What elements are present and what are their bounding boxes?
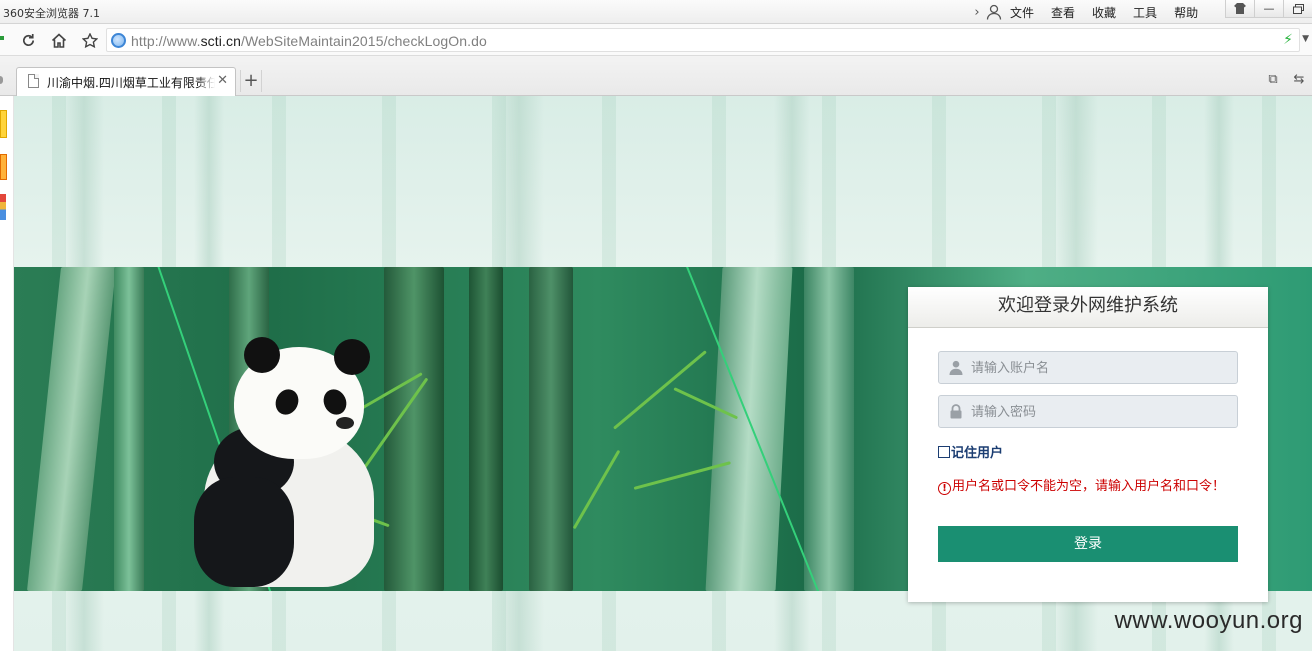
url-path: /WebSiteMaintain2015/checkLogOn.do xyxy=(240,33,487,49)
lightning-icon[interactable]: ⚡ xyxy=(1283,32,1293,48)
error-message: ! 用户名或口令不能为空，请输入用户名和口令！ xyxy=(938,478,1228,496)
watermark: www.wooyun.org xyxy=(1114,607,1303,634)
login-title: 欢迎登录外网维护系统 xyxy=(908,287,1268,328)
title-bar: 360安全浏览器 7.1 › 文件 查看 收藏 工具 帮助 — xyxy=(0,0,1312,24)
refresh-icon xyxy=(22,33,34,46)
menu-favorites[interactable]: 收藏 xyxy=(1092,4,1116,21)
bamboo-stalk xyxy=(804,267,854,591)
bamboo-stalk xyxy=(26,267,117,591)
refresh-button[interactable] xyxy=(14,28,42,52)
bamboo-stalk xyxy=(469,267,503,591)
app-title: 360安全浏览器 7.1 xyxy=(3,7,100,20)
panda-arm xyxy=(194,477,294,587)
remember-checkbox[interactable] xyxy=(938,445,950,458)
home-button[interactable] xyxy=(45,28,73,52)
menu-view[interactable]: 查看 xyxy=(1051,4,1075,21)
menu-bar: › 文件 查看 收藏 工具 帮助 xyxy=(970,3,1215,21)
close-icon[interactable]: ✕ xyxy=(217,73,228,88)
panda-ear xyxy=(334,339,370,375)
url-host: scti.cn xyxy=(200,33,241,49)
lock-icon xyxy=(950,404,962,419)
bamboo-leaf xyxy=(572,449,621,530)
minimize-button[interactable]: — xyxy=(1254,0,1283,18)
panda-nose xyxy=(336,417,354,429)
home-icon xyxy=(51,32,67,48)
window-controls: — xyxy=(1225,0,1312,18)
favorite-button[interactable] xyxy=(76,28,104,52)
tab-active[interactable]: 川渝中烟.四川烟草工业有限责任公司 ✕ xyxy=(16,67,236,96)
dropdown-icon[interactable]: ▼ xyxy=(1302,34,1309,44)
bamboo-stalk xyxy=(705,267,793,591)
tab-bar: 川渝中烟.四川烟草工业有限责任公司 ✕ + ⧉ ⇆ xyxy=(0,56,1312,96)
remember-label: 记住用户 xyxy=(951,446,1004,461)
side-toolbar xyxy=(0,96,14,651)
user-icon[interactable] xyxy=(986,4,1004,20)
star-icon xyxy=(82,32,98,48)
tab-tools: ⧉ ⇆ xyxy=(1260,72,1312,87)
url-prefix: http://www. xyxy=(131,33,201,49)
tab-list-icon[interactable]: ⧉ xyxy=(1260,72,1286,87)
url-text[interactable]: http://www.scti.cn/WebSiteMaintain2015/c… xyxy=(131,33,487,49)
user-icon xyxy=(949,360,963,375)
document-icon xyxy=(28,74,39,88)
switch-icon[interactable]: ⇆ xyxy=(1286,72,1312,87)
panda-image xyxy=(184,327,414,587)
skin-icon[interactable] xyxy=(1225,0,1254,18)
password-field[interactable] xyxy=(938,395,1238,428)
chevron-right-icon[interactable]: › xyxy=(970,5,984,20)
bamboo-stalk xyxy=(114,267,144,591)
login-panel: 欢迎登录外网维护系统 记住用户 !用户名或口令不能为空，请输入用户名和口令！ 登… xyxy=(908,287,1268,602)
favorites-folder-icon[interactable] xyxy=(0,110,7,138)
username-field[interactable] xyxy=(938,351,1238,384)
navigation-bar: http://www.scti.cn/WebSiteMaintain2015/c… xyxy=(0,24,1312,56)
password-input[interactable] xyxy=(971,403,1231,421)
rss-icon[interactable] xyxy=(0,154,7,180)
address-bar[interactable]: http://www.scti.cn/WebSiteMaintain2015/c… xyxy=(106,28,1300,52)
warning-icon: ! xyxy=(938,482,951,495)
bamboo-leaf xyxy=(613,350,707,430)
menu-tools[interactable]: 工具 xyxy=(1133,4,1157,21)
sidebar-toggle[interactable] xyxy=(0,76,3,84)
error-text: 用户名或口令不能为空，请输入用户名和口令！ xyxy=(952,479,1226,494)
tab-title: 川渝中烟.四川烟草工业有限责任公司 xyxy=(47,74,215,90)
site-icon xyxy=(111,33,126,48)
menu-file[interactable]: 文件 xyxy=(1010,4,1034,21)
restore-button[interactable] xyxy=(1283,0,1312,18)
username-input[interactable] xyxy=(971,359,1231,377)
app-icon[interactable] xyxy=(0,194,6,220)
remember-user[interactable]: 记住用户 xyxy=(938,442,1003,461)
panda-ear xyxy=(244,337,280,373)
bamboo-stalk xyxy=(529,267,573,591)
new-tab-button[interactable]: + xyxy=(240,70,262,92)
back-indicator[interactable] xyxy=(0,36,4,40)
login-button[interactable]: 登录 xyxy=(938,526,1238,562)
menu-help[interactable]: 帮助 xyxy=(1174,4,1198,21)
